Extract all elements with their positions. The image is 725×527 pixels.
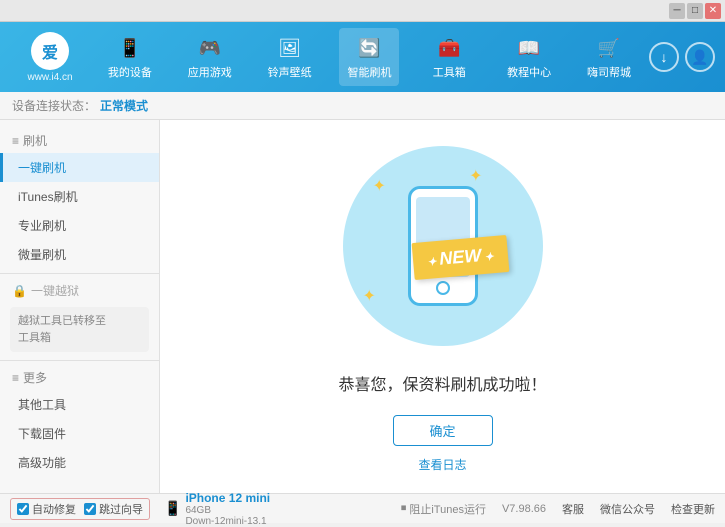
new-badge: ✦ NEW ✦: [412, 235, 509, 280]
toolbox-icon: 🧰: [435, 34, 463, 62]
nav-toolbox-label: 工具箱: [433, 64, 466, 80]
sidebar-jailbreak-note: 越狱工具已转移至工具箱: [10, 307, 149, 352]
close-button[interactable]: ✕: [705, 3, 721, 19]
logo[interactable]: 爱 www.i4.cn: [10, 32, 90, 83]
sidebar-section-flash: ≡ 刷机: [0, 128, 159, 153]
title-bar: ─ □ ✕: [0, 0, 725, 22]
auto-repair-checkbox[interactable]: 自动修复: [17, 501, 76, 517]
minimize-button[interactable]: ─: [669, 3, 685, 19]
skip-wizard-input[interactable]: [84, 503, 96, 515]
phone-home-button: [436, 281, 450, 295]
phone-wrapper: ✦ NEW ✦: [408, 186, 478, 306]
nav-apps-label: 应用游戏: [188, 64, 232, 80]
sidebar-section-jailbreak-locked: 🔒 一键越狱: [0, 278, 159, 303]
auto-repair-input[interactable]: [17, 503, 29, 515]
nav-apps[interactable]: 🎮 应用游戏: [180, 28, 240, 86]
device-details: iPhone 12 mini 64GB Down-12mini-13.1: [185, 491, 270, 527]
stop-itunes[interactable]: ⏹ 阻止iTunes运行: [401, 501, 486, 517]
status-label: 设备连接状态：: [12, 97, 96, 114]
smart-flash-icon: 🔄: [355, 34, 383, 62]
sidebar-item-advanced[interactable]: 高级功能: [0, 448, 159, 477]
header: 爱 www.i4.cn 📱 我的设备 🎮 应用游戏 🖼 铃声壁纸 🔄 智能刷机 …: [0, 22, 725, 92]
customer-service-link[interactable]: 客服: [562, 501, 584, 517]
nav-my-device-label: 我的设备: [108, 64, 152, 80]
refresh-log-link[interactable]: 查看日志: [418, 456, 466, 473]
sidebar-item-itunes-flash[interactable]: iTunes刷机: [0, 182, 159, 211]
skip-wizard-checkbox[interactable]: 跳过向导: [84, 501, 143, 517]
nav-wallpaper[interactable]: 🖼 铃声壁纸: [260, 28, 320, 86]
main-area: ≡ 刷机 一键刷机 iTunes刷机 专业刷机 微量刷机 🔒 一键越狱 越狱工具…: [0, 120, 725, 493]
device-storage: 64GB: [185, 505, 270, 516]
checkbox-group: 自动修复 跳过向导: [10, 498, 150, 520]
sidebar-item-pro-flash[interactable]: 专业刷机: [0, 211, 159, 240]
my-device-icon: 📱: [116, 34, 144, 62]
sidebar-section-more-icon: ≡: [12, 371, 19, 385]
status-bar: 设备连接状态： 正常模式: [0, 92, 725, 120]
bottom-left: 自动修复 跳过向导 📱 iPhone 12 mini 64GB Down-12m…: [10, 491, 270, 527]
store-icon: 🛒: [595, 34, 623, 62]
bottom-bar: 自动修复 跳过向导 📱 iPhone 12 mini 64GB Down-12m…: [0, 493, 725, 523]
stop-itunes-icon: ⏹: [401, 502, 407, 515]
nav-tutorial[interactable]: 📖 教程中心: [499, 28, 559, 86]
device-model: Down-12mini-13.1: [185, 516, 270, 527]
device-info: 📱 iPhone 12 mini 64GB Down-12mini-13.1: [164, 491, 270, 527]
sidebar-item-one-click-flash[interactable]: 一键刷机: [0, 153, 159, 182]
sparkle-top-right: ✦: [469, 166, 482, 186]
wallpaper-icon: 🖼: [276, 34, 304, 62]
wechat-link[interactable]: 微信公众号: [600, 501, 655, 517]
sidebar-section-flash-label: 刷机: [23, 132, 47, 149]
sidebar-section-more-label: 更多: [23, 369, 47, 386]
nav-store[interactable]: 🛒 嗨司帮城: [579, 28, 639, 86]
version-label: V7.98.66: [502, 503, 546, 515]
logo-icon: 爱: [31, 32, 69, 70]
sidebar-divider-2: [0, 360, 159, 361]
sparkle-top-left: ✦: [373, 176, 386, 196]
nav-smart-flash-label: 智能刷机: [347, 64, 391, 80]
sidebar-divider-1: [0, 273, 159, 274]
sidebar-section-flash-icon: ≡: [12, 134, 19, 148]
stop-itunes-label: 阻止iTunes运行: [409, 501, 486, 517]
nav-tutorial-label: 教程中心: [507, 64, 551, 80]
auto-repair-label: 自动修复: [32, 501, 76, 517]
lock-icon: 🔒: [12, 284, 27, 298]
nav-wallpaper-label: 铃声壁纸: [268, 64, 312, 80]
phone-bg: ✦ ✦ ✦ ✦ NEW ✦: [343, 146, 543, 346]
success-text: 恭喜您，保资料刷机成功啦！: [338, 371, 546, 395]
nav-smart-flash[interactable]: 🔄 智能刷机: [339, 28, 399, 86]
skip-wizard-label: 跳过向导: [99, 501, 143, 517]
device-icon: 📱: [164, 500, 181, 517]
nav-my-device[interactable]: 📱 我的设备: [100, 28, 160, 86]
sparkle-bottom-left: ✦: [363, 286, 376, 306]
bottom-right: ⏹ 阻止iTunes运行 V7.98.66 客服 微信公众号 检查更新: [401, 501, 715, 517]
download-button[interactable]: ↓: [649, 42, 679, 72]
phone-illustration: ✦ ✦ ✦ ✦ NEW ✦: [333, 140, 553, 351]
sidebar-item-micro-flash[interactable]: 微量刷机: [0, 240, 159, 269]
sidebar: ≡ 刷机 一键刷机 iTunes刷机 专业刷机 微量刷机 🔒 一键越狱 越狱工具…: [0, 120, 160, 493]
check-update-link[interactable]: 检查更新: [671, 501, 715, 517]
sidebar-item-other-tools[interactable]: 其他工具: [0, 390, 159, 419]
user-button[interactable]: 👤: [685, 42, 715, 72]
confirm-button[interactable]: 确定: [393, 415, 493, 446]
nav-store-label: 嗨司帮城: [587, 64, 631, 80]
device-name: iPhone 12 mini: [185, 491, 270, 505]
apps-icon: 🎮: [196, 34, 224, 62]
content-area: ✦ ✦ ✦ ✦ NEW ✦ 恭喜您，保资料刷机成功啦！ 确定 查看日志: [160, 120, 725, 493]
nav-bar: 📱 我的设备 🎮 应用游戏 🖼 铃声壁纸 🔄 智能刷机 🧰 工具箱 📖 教程中心…: [90, 28, 649, 86]
tutorial-icon: 📖: [515, 34, 543, 62]
sidebar-section-jailbreak-label: 一键越狱: [31, 282, 79, 299]
nav-toolbox[interactable]: 🧰 工具箱: [419, 28, 479, 86]
status-value: 正常模式: [100, 97, 148, 114]
sidebar-item-download-firmware[interactable]: 下载固件: [0, 419, 159, 448]
logo-url: www.i4.cn: [27, 72, 72, 83]
header-right: ↓ 👤: [649, 42, 715, 72]
sidebar-section-more: ≡ 更多: [0, 365, 159, 390]
maximize-button[interactable]: □: [687, 3, 703, 19]
